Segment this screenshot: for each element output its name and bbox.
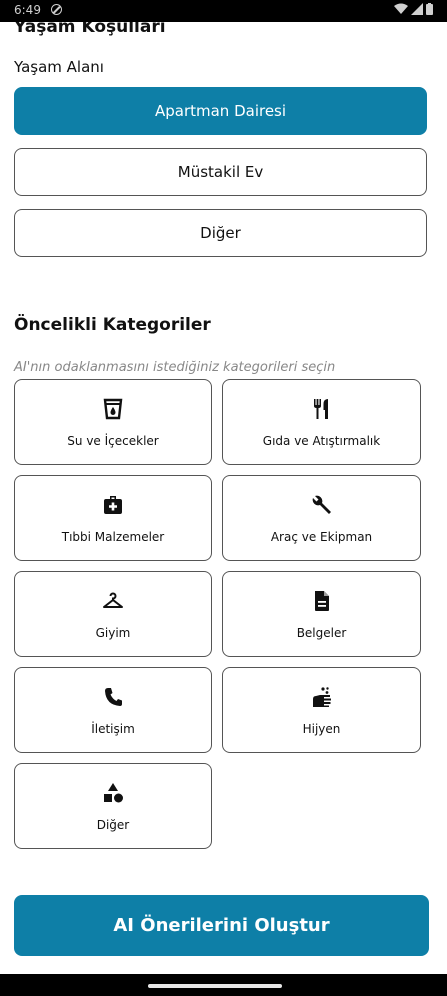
status-bar: 6:49 bbox=[0, 0, 447, 22]
option-label: Apartman Dairesi bbox=[154, 102, 287, 120]
category-label: İletişim bbox=[91, 722, 135, 736]
category-label: Belgeler bbox=[296, 626, 347, 640]
option-label: Müstakil Ev bbox=[177, 163, 264, 181]
category-label: Gıda ve Atıştırmalık bbox=[262, 434, 381, 448]
signal-icon bbox=[411, 3, 423, 15]
living-option-apartment[interactable]: Apartman Dairesi bbox=[14, 87, 427, 135]
category-card-other[interactable]: Diğer bbox=[14, 763, 212, 849]
document-icon bbox=[223, 590, 420, 612]
category-card-documents[interactable]: Belgeler bbox=[222, 571, 421, 657]
priority-categories-hint: AI'nın odaklanmasını istediğiniz kategor… bbox=[14, 360, 336, 375]
water-cup-icon bbox=[15, 398, 211, 420]
hanger-icon bbox=[15, 590, 211, 612]
category-label: Tıbbi Malzemeler bbox=[61, 530, 165, 544]
medical-kit-icon bbox=[15, 494, 211, 516]
category-card-medical[interactable]: Tıbbi Malzemeler bbox=[14, 475, 212, 561]
living-area-label: Yaşam Alanı bbox=[14, 58, 104, 76]
category-label: Araç ve Ekipman bbox=[270, 530, 373, 544]
generate-ai-suggestions-button[interactable]: AI Önerilerini Oluştur bbox=[14, 895, 429, 956]
priority-categories-title: Öncelikli Kategoriler bbox=[14, 315, 211, 335]
category-card-communication[interactable]: İletişim bbox=[14, 667, 212, 753]
category-label: Giyim bbox=[95, 626, 131, 640]
shapes-icon bbox=[15, 782, 211, 804]
phone-icon bbox=[15, 686, 211, 708]
home-gesture-handle[interactable] bbox=[148, 984, 282, 988]
category-card-tools[interactable]: Araç ve Ekipman bbox=[222, 475, 421, 561]
wrench-icon bbox=[223, 494, 420, 516]
soap-hands-icon bbox=[223, 686, 420, 708]
category-label: Su ve İçecekler bbox=[67, 434, 159, 448]
status-time: 6:49 bbox=[14, 3, 41, 17]
category-card-clothing[interactable]: Giyim bbox=[14, 571, 212, 657]
wifi-icon bbox=[394, 3, 408, 14]
battery-icon bbox=[426, 3, 433, 15]
category-label: Diğer bbox=[96, 818, 130, 832]
living-option-detached-house[interactable]: Müstakil Ev bbox=[14, 148, 427, 196]
do-not-disturb-icon bbox=[51, 4, 62, 15]
option-label: Diğer bbox=[200, 224, 241, 242]
living-option-other[interactable]: Diğer bbox=[14, 209, 427, 257]
cta-label: AI Önerilerini Oluştur bbox=[113, 915, 330, 936]
category-card-hygiene[interactable]: Hijyen bbox=[222, 667, 421, 753]
category-label: Hijyen bbox=[302, 722, 341, 736]
navigation-bar bbox=[0, 974, 447, 996]
category-card-water[interactable]: Su ve İçecekler bbox=[14, 379, 212, 465]
utensils-icon bbox=[223, 398, 420, 420]
category-card-food[interactable]: Gıda ve Atıştırmalık bbox=[222, 379, 421, 465]
status-icons bbox=[394, 3, 433, 15]
